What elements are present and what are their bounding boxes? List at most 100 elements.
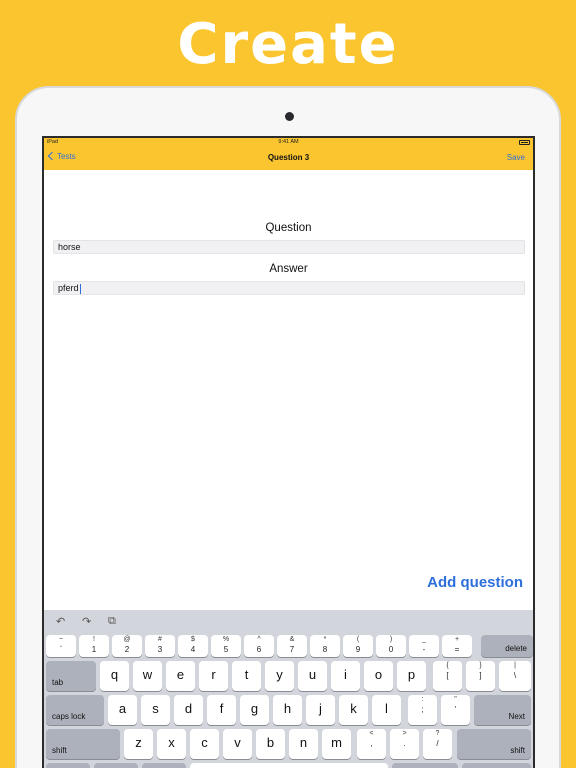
key-bottom-char: = <box>454 645 460 654</box>
hide-keyboard-key[interactable] <box>462 763 531 768</box>
right-shift-key[interactable]: shift <box>457 729 531 759</box>
key-5[interactable]: % 5 <box>211 635 241 657</box>
shift-label: shift <box>52 746 67 755</box>
key-period[interactable]: >. <box>390 729 419 759</box>
key-6[interactable]: ^ 6 <box>244 635 274 657</box>
key-y[interactable]: y <box>265 661 294 691</box>
key-bottom-char: ; <box>421 705 424 714</box>
key-char: s <box>152 701 159 716</box>
key-0[interactable]: ) 0 <box>376 635 406 657</box>
numbers-key-right[interactable] <box>392 763 458 768</box>
key-minus[interactable]: _ - <box>409 635 439 657</box>
battery-icon <box>519 140 530 145</box>
numbers-key[interactable] <box>94 763 138 768</box>
key-left-bracket[interactable]: {[ <box>433 661 462 691</box>
redo-icon[interactable]: ↷ <box>82 615 91 628</box>
key-q[interactable]: q <box>100 661 129 691</box>
key-3[interactable]: #3 <box>145 635 175 657</box>
key-bottom-char: ' <box>454 705 457 714</box>
key-char: u <box>308 667 317 682</box>
left-shift-key[interactable]: shift <box>46 729 120 759</box>
key-w[interactable]: w <box>133 661 162 691</box>
key-v[interactable]: v <box>223 729 252 759</box>
shift-label: shift <box>510 746 525 755</box>
key-i[interactable]: i <box>331 661 360 691</box>
key-top-char: ~ <box>58 636 64 643</box>
key-4[interactable]: $4 <box>178 635 208 657</box>
key-top-char: > <box>402 730 407 737</box>
key-char: h <box>283 701 292 716</box>
key-char: j <box>319 701 322 716</box>
key-f[interactable]: f <box>207 695 236 725</box>
key-char: r <box>211 667 216 682</box>
next-key[interactable]: Next <box>474 695 531 725</box>
key-right-bracket[interactable]: }] <box>466 661 495 691</box>
key-backslash[interactable]: | \ <box>499 661 531 691</box>
key-t[interactable]: t <box>232 661 261 691</box>
space-key[interactable] <box>190 763 388 768</box>
caps-lock-key[interactable]: caps lock <box>46 695 104 725</box>
question-field[interactable]: horse <box>53 240 525 254</box>
answer-field[interactable]: pferd <box>53 281 525 295</box>
key-top-char: { <box>446 662 449 669</box>
key-char: a <box>118 701 127 716</box>
key-l[interactable]: l <box>372 695 401 725</box>
key-p[interactable]: p <box>397 661 426 691</box>
key-m[interactable]: m <box>322 729 351 759</box>
key-8[interactable]: * 8 <box>310 635 340 657</box>
key-char: i <box>344 667 347 682</box>
key-a[interactable]: a <box>108 695 137 725</box>
key-j[interactable]: j <box>306 695 335 725</box>
key-bottom-char: 6 <box>256 645 262 654</box>
key-7[interactable]: & 7 <box>277 635 307 657</box>
keyboard-toolbar: ↶ ↷ ⧉ <box>44 610 533 634</box>
undo-icon[interactable]: ↶ <box>56 615 65 628</box>
key-d[interactable]: d <box>174 695 203 725</box>
globe-key[interactable] <box>46 763 90 768</box>
key-bottom-char: 3 <box>157 645 163 654</box>
key-char: w <box>142 667 153 682</box>
key-k[interactable]: k <box>339 695 368 725</box>
key-char: f <box>219 701 224 716</box>
key-s[interactable]: s <box>141 695 170 725</box>
dictation-key[interactable] <box>142 763 186 768</box>
key-char: b <box>266 735 275 750</box>
answer-value: pferd <box>58 283 79 293</box>
key-bottom-char: 1 <box>91 645 97 654</box>
tab-key[interactable]: tab <box>46 661 96 691</box>
key-quote[interactable]: " ' <box>441 695 470 725</box>
key-backtick[interactable]: ~ ` <box>46 635 76 657</box>
add-question-button[interactable]: Add question <box>427 574 523 591</box>
key-1[interactable]: ! 1 <box>79 635 109 657</box>
key-o[interactable]: o <box>364 661 393 691</box>
key-char: o <box>374 667 383 682</box>
key-u[interactable]: u <box>298 661 327 691</box>
key-c[interactable]: c <box>190 729 219 759</box>
key-slash[interactable]: ? / <box>423 729 452 759</box>
key-top-char: & <box>289 636 295 643</box>
key-bottom-char: 8 <box>322 645 328 654</box>
key-comma[interactable]: <, <box>357 729 386 759</box>
paste-icon[interactable]: ⧉ <box>108 615 116 628</box>
key-char: z <box>135 735 142 750</box>
key-bottom-char: 2 <box>124 645 130 654</box>
delete-key[interactable]: delete <box>481 635 533 657</box>
key-2[interactable]: @2 <box>112 635 142 657</box>
key-g[interactable]: g <box>240 695 269 725</box>
keyboard: ↶ ↷ ⧉ ~ ` ! 1 @2 #3 $4 % 5 ^ 6 & 7 * 8 (9 ) 0 _… <box>44 610 533 768</box>
delete-label: delete <box>505 644 527 653</box>
key-9[interactable]: (9 <box>343 635 373 657</box>
key-e[interactable]: e <box>166 661 195 691</box>
key-x[interactable]: x <box>157 729 186 759</box>
key-n[interactable]: n <box>289 729 318 759</box>
key-equals[interactable]: + = <box>442 635 472 657</box>
key-semicolon[interactable]: :; <box>408 695 437 725</box>
key-r[interactable]: r <box>199 661 228 691</box>
key-bottom-char: - <box>422 645 426 654</box>
key-z[interactable]: z <box>124 729 153 759</box>
key-h[interactable]: h <box>273 695 302 725</box>
save-button[interactable]: Save <box>507 153 525 162</box>
key-b[interactable]: b <box>256 729 285 759</box>
key-char: e <box>176 667 185 682</box>
key-char: k <box>350 701 357 716</box>
